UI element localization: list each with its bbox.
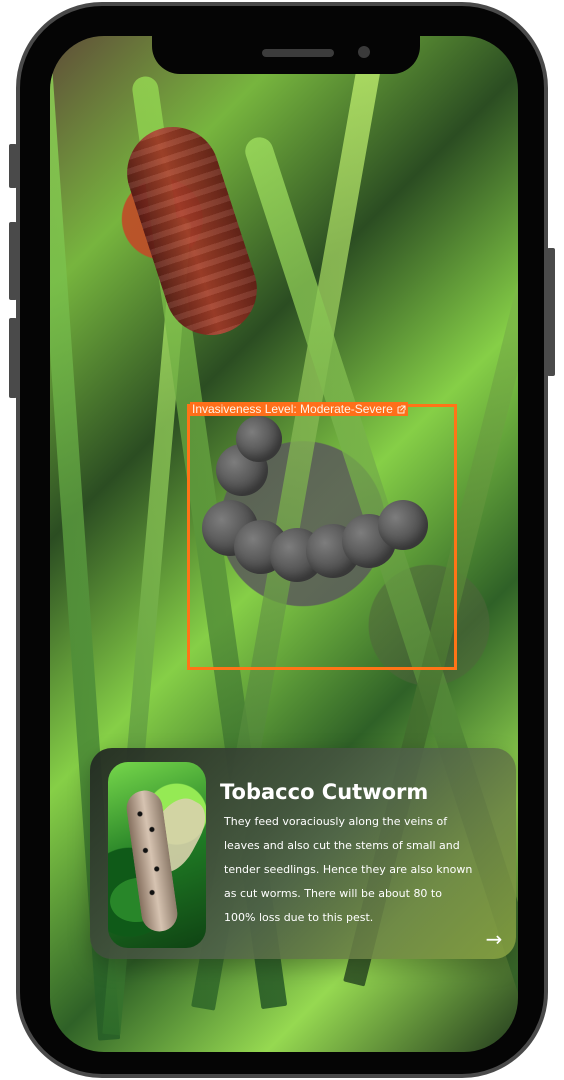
pest-thumbnail (108, 762, 206, 948)
phone-frame: Invasiveness Level: Moderate-Severe Toba… (16, 2, 548, 1078)
front-camera (358, 46, 370, 58)
invasiveness-label[interactable]: Invasiveness Level: Moderate-Severe (190, 402, 408, 416)
speaker (262, 49, 334, 57)
details-arrow-button[interactable]: → (484, 929, 504, 949)
pest-title: Tobacco Cutworm (220, 780, 429, 804)
camera-view: Invasiveness Level: Moderate-Severe Toba… (50, 36, 518, 1052)
detection-box (187, 404, 457, 670)
pest-info-card: Tobacco Cutworm They feed voraciously al… (90, 748, 516, 959)
arrow-right-icon: → (485, 927, 503, 951)
pest-description: They feed voraciously along the veins of… (224, 815, 473, 924)
invasiveness-text: Invasiveness Level: Moderate-Severe (192, 402, 393, 416)
external-link-icon (396, 404, 406, 414)
side-button (547, 248, 555, 376)
